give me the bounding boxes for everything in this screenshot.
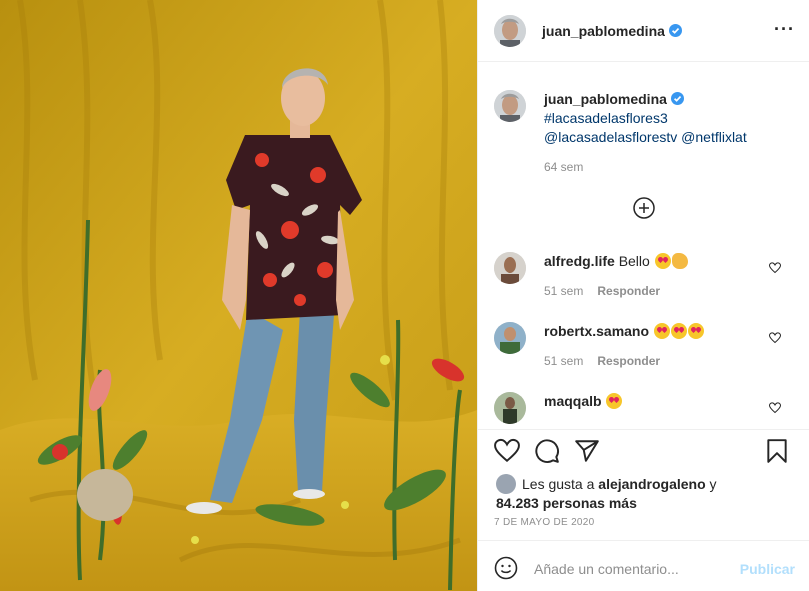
author-avatar[interactable]: [494, 14, 526, 47]
likes-summary: Les gusta a alejandrogaleno y 84.283 pers…: [496, 474, 796, 512]
comment-username[interactable]: maqqalb: [544, 393, 602, 409]
likes-joiner: y: [709, 476, 717, 492]
reply-button[interactable]: Responder: [597, 354, 660, 368]
liker-avatar[interactable]: [496, 474, 516, 494]
comment-input[interactable]: Añade un comentario...: [534, 561, 679, 577]
heart-eyes-emoji-icon: [670, 323, 687, 339]
comment-body: robertx.samano 51 sem Responder: [544, 322, 704, 370]
emoji-picker-icon[interactable]: [494, 556, 518, 580]
commenter-avatar[interactable]: [494, 322, 526, 354]
caption-timestamp: 64 sem: [544, 160, 584, 174]
like-comment-heart-icon[interactable]: [769, 402, 781, 414]
likes-prefix: Les gusta a: [522, 476, 595, 492]
author-username[interactable]: juan_pablomedina: [542, 23, 682, 39]
caption-mentions-link[interactable]: @lacasadelasflorestv @netflixlat: [544, 128, 747, 147]
comment-body: alfredg.life Bello 51 sem Responder: [544, 252, 688, 300]
comment-username[interactable]: alfredg.life: [544, 253, 615, 269]
commenter-avatar[interactable]: [494, 392, 526, 424]
heart-eyes-emoji-icon: [654, 253, 671, 269]
liker-username[interactable]: alejandrogaleno: [598, 476, 705, 492]
post-date[interactable]: 7 DE MAYO DE 2020: [494, 517, 595, 528]
likes-count-link[interactable]: 84.283 personas más: [496, 495, 637, 511]
post-photo[interactable]: [0, 0, 477, 591]
comment-item: robertx.samano 51 sem Responder: [494, 322, 704, 370]
caption-author-avatar[interactable]: [494, 90, 526, 122]
like-heart-icon[interactable]: [494, 438, 520, 464]
verified-badge-icon: [668, 23, 682, 37]
section-divider: [478, 429, 809, 430]
comment-bubble-icon[interactable]: [534, 438, 560, 464]
caption-username[interactable]: juan_pablomedina: [544, 90, 747, 109]
save-bookmark-icon[interactable]: [764, 438, 790, 464]
share-send-icon[interactable]: [574, 438, 600, 464]
post-actions: [494, 438, 794, 466]
heart-eyes-emoji-icon: [653, 323, 670, 339]
comment-body: maqqalb: [544, 392, 623, 424]
verified-badge-icon: [670, 92, 684, 105]
reply-button[interactable]: Responder: [597, 284, 660, 298]
load-more-comments-icon[interactable]: [633, 197, 655, 219]
commenter-avatar[interactable]: [494, 252, 526, 284]
comment-timestamp: 51 sem: [544, 354, 584, 368]
more-options-icon[interactable]: ···: [774, 20, 795, 38]
post-header: juan_pablomedina ···: [478, 0, 809, 62]
clap-emoji-icon: [671, 253, 688, 269]
instagram-post: juan_pablomedina ··· juan_pablomedina #l…: [0, 0, 809, 591]
like-comment-heart-icon[interactable]: [769, 262, 781, 274]
post-sidebar: juan_pablomedina ··· juan_pablomedina #l…: [477, 0, 809, 591]
caption-hashtag-link[interactable]: #lacasadelasflores3: [544, 109, 747, 128]
comment-timestamp: 51 sem: [544, 284, 584, 298]
comment-item: alfredg.life Bello 51 sem Responder: [494, 252, 688, 300]
photo-illustration: [0, 0, 477, 591]
like-comment-heart-icon[interactable]: [769, 332, 781, 344]
comment-text: Bello: [618, 253, 650, 269]
heart-eyes-emoji-icon: [687, 323, 704, 339]
caption: juan_pablomedina #lacasadelasflores3 @la…: [494, 90, 747, 177]
caption-body: juan_pablomedina #lacasadelasflores3 @la…: [544, 90, 747, 177]
comment-username[interactable]: robertx.samano: [544, 323, 649, 339]
add-comment-bar: Añade un comentario... Publicar: [478, 540, 809, 591]
heart-eyes-emoji-icon: [606, 393, 623, 409]
comment-item: maqqalb: [494, 392, 623, 424]
publish-comment-button[interactable]: Publicar: [740, 561, 795, 577]
